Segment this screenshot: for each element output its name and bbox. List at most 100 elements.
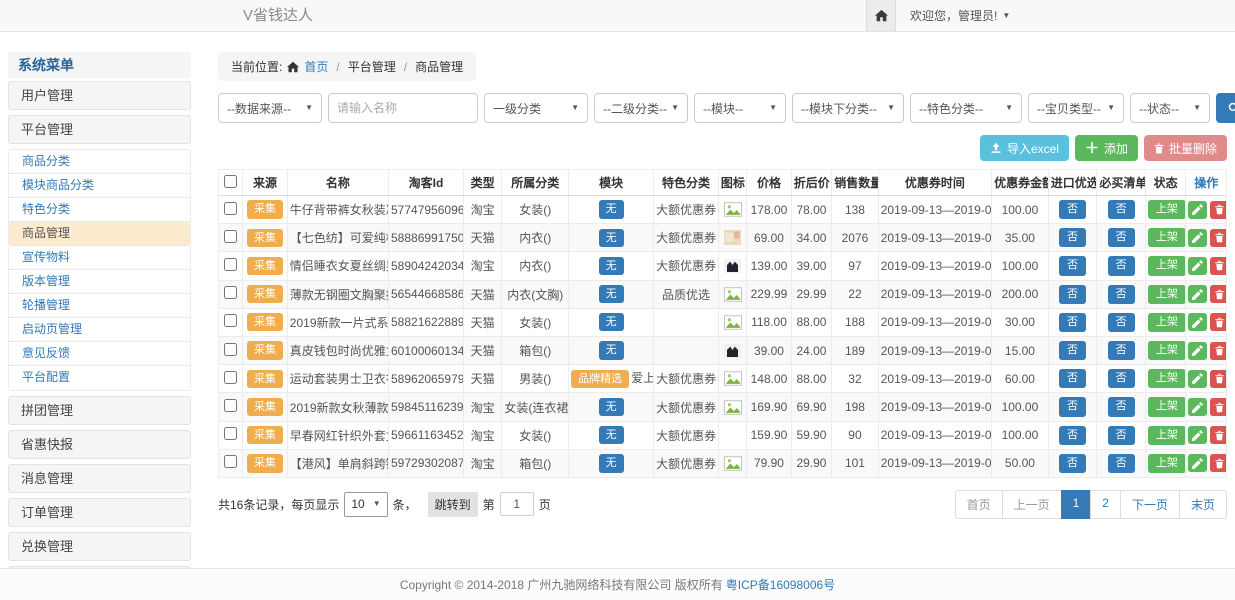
edit-button[interactable] (1188, 313, 1207, 331)
breadcrumb-home-link[interactable]: 首页 (304, 58, 328, 75)
delete-button[interactable] (1210, 342, 1226, 360)
delete-button[interactable] (1210, 285, 1226, 303)
status-badge[interactable]: 上架 (1148, 228, 1186, 247)
sidebar-group[interactable]: 订单管理 (8, 498, 191, 527)
sidebar-subitem[interactable]: 意见反馈 (9, 342, 190, 366)
sidebar-group[interactable]: 拼团管理 (8, 396, 191, 425)
import-select-toggle[interactable]: 否 (1059, 285, 1086, 304)
filter-select[interactable]: 一级分类▼ (484, 93, 588, 123)
sidebar-subitem[interactable]: 启动页管理 (9, 318, 190, 342)
status-badge[interactable]: 上架 (1148, 341, 1186, 360)
must-buy-toggle[interactable]: 否 (1108, 454, 1135, 473)
import-excel-button[interactable]: 导入excel (980, 135, 1069, 161)
row-checkbox[interactable] (224, 371, 237, 384)
status-badge[interactable]: 上架 (1148, 200, 1186, 219)
import-select-toggle[interactable]: 否 (1059, 200, 1086, 219)
sidebar-subitem[interactable]: 商品管理 (9, 222, 190, 246)
edit-button[interactable] (1188, 229, 1207, 247)
status-badge[interactable]: 上架 (1148, 313, 1186, 332)
delete-button[interactable] (1210, 398, 1226, 416)
sidebar-group[interactable]: 消息管理 (8, 464, 191, 493)
filter-select[interactable]: --状态--▼ (1130, 93, 1210, 123)
edit-button[interactable] (1188, 454, 1207, 472)
import-select-toggle[interactable]: 否 (1059, 256, 1086, 275)
row-checkbox[interactable] (224, 202, 237, 215)
must-buy-toggle[interactable]: 否 (1108, 200, 1135, 219)
delete-button[interactable] (1210, 454, 1226, 472)
icp-link[interactable]: 粤ICP备16098006号 (726, 576, 835, 593)
import-select-toggle[interactable]: 否 (1059, 228, 1086, 247)
add-button[interactable]: ＋ 添加 (1075, 135, 1138, 161)
must-buy-toggle[interactable]: 否 (1108, 369, 1135, 388)
pager-button[interactable]: 末页 (1179, 490, 1227, 519)
page-number-input[interactable] (500, 492, 534, 516)
search-button[interactable]: 查询 (1216, 93, 1235, 123)
must-buy-toggle[interactable]: 否 (1108, 313, 1135, 332)
user-menu[interactable]: 欢迎您，管理员! ▼ (910, 7, 1010, 24)
must-buy-toggle[interactable]: 否 (1108, 285, 1135, 304)
delete-button[interactable] (1210, 426, 1226, 444)
sidebar-group[interactable]: 用户管理 (8, 81, 191, 110)
status-badge[interactable]: 上架 (1148, 285, 1186, 304)
import-select-toggle[interactable]: 否 (1059, 397, 1086, 416)
must-buy-toggle[interactable]: 否 (1108, 397, 1135, 416)
row-checkbox[interactable] (224, 399, 237, 412)
pager-button[interactable]: 上一页 (1002, 490, 1062, 519)
delete-button[interactable] (1210, 229, 1226, 247)
batch-delete-button[interactable]: 批量删除 (1144, 135, 1227, 161)
filter-select[interactable]: --模块下分类--▼ (792, 93, 904, 123)
sidebar-group[interactable]: 省惠快报 (8, 430, 191, 459)
filter-select[interactable]: --二级分类--▼ (594, 93, 688, 123)
per-page-select[interactable]: 10 ▼ (344, 492, 387, 517)
sidebar-subitem[interactable]: 模块商品分类 (9, 174, 190, 198)
row-checkbox[interactable] (224, 343, 237, 356)
edit-button[interactable] (1188, 426, 1207, 444)
import-select-toggle[interactable]: 否 (1059, 454, 1086, 473)
filter-select[interactable]: --宝贝类型--▼ (1028, 93, 1124, 123)
delete-button[interactable] (1210, 370, 1226, 388)
pager-button[interactable]: 1 (1061, 490, 1092, 519)
import-select-toggle[interactable]: 否 (1059, 369, 1086, 388)
import-select-toggle[interactable]: 否 (1059, 426, 1086, 445)
status-badge[interactable]: 上架 (1148, 256, 1186, 275)
delete-button[interactable] (1210, 257, 1226, 275)
sidebar-subitem[interactable]: 特色分类 (9, 198, 190, 222)
filter-select[interactable]: --数据来源--▼ (218, 93, 322, 123)
row-checkbox[interactable] (224, 455, 237, 468)
status-badge[interactable]: 上架 (1148, 369, 1186, 388)
sidebar-subitem[interactable]: 商品分类 (9, 150, 190, 174)
import-select-toggle[interactable]: 否 (1059, 341, 1086, 360)
must-buy-toggle[interactable]: 否 (1108, 426, 1135, 445)
name-search-input[interactable] (328, 93, 478, 123)
pager-button[interactable]: 下一页 (1120, 490, 1180, 519)
must-buy-toggle[interactable]: 否 (1108, 341, 1135, 360)
filter-select[interactable]: --特色分类--▼ (910, 93, 1022, 123)
select-all-checkbox[interactable] (224, 175, 237, 188)
sidebar-group[interactable]: 平台管理 (8, 115, 191, 144)
filter-select[interactable]: --模块--▼ (694, 93, 786, 123)
delete-button[interactable] (1210, 201, 1226, 219)
edit-button[interactable] (1188, 370, 1207, 388)
row-checkbox[interactable] (224, 314, 237, 327)
edit-button[interactable] (1188, 257, 1207, 275)
must-buy-toggle[interactable]: 否 (1108, 228, 1135, 247)
edit-button[interactable] (1188, 398, 1207, 416)
row-checkbox[interactable] (224, 427, 237, 440)
pager-button[interactable]: 2 (1090, 490, 1121, 519)
status-badge[interactable]: 上架 (1148, 397, 1186, 416)
import-select-toggle[interactable]: 否 (1059, 313, 1086, 332)
row-checkbox[interactable] (224, 286, 237, 299)
status-badge[interactable]: 上架 (1148, 426, 1186, 445)
home-button[interactable] (866, 0, 896, 31)
status-badge[interactable]: 上架 (1148, 454, 1186, 473)
must-buy-toggle[interactable]: 否 (1108, 256, 1135, 275)
row-checkbox[interactable] (224, 258, 237, 271)
row-checkbox[interactable] (224, 230, 237, 243)
jump-button[interactable]: 跳转到 (428, 492, 478, 517)
sidebar-subitem[interactable]: 轮播管理 (9, 294, 190, 318)
edit-button[interactable] (1188, 201, 1207, 219)
edit-button[interactable] (1188, 342, 1207, 360)
delete-button[interactable] (1210, 313, 1226, 331)
sidebar-subitem[interactable]: 宣传物料 (9, 246, 190, 270)
sidebar-subitem[interactable]: 版本管理 (9, 270, 190, 294)
